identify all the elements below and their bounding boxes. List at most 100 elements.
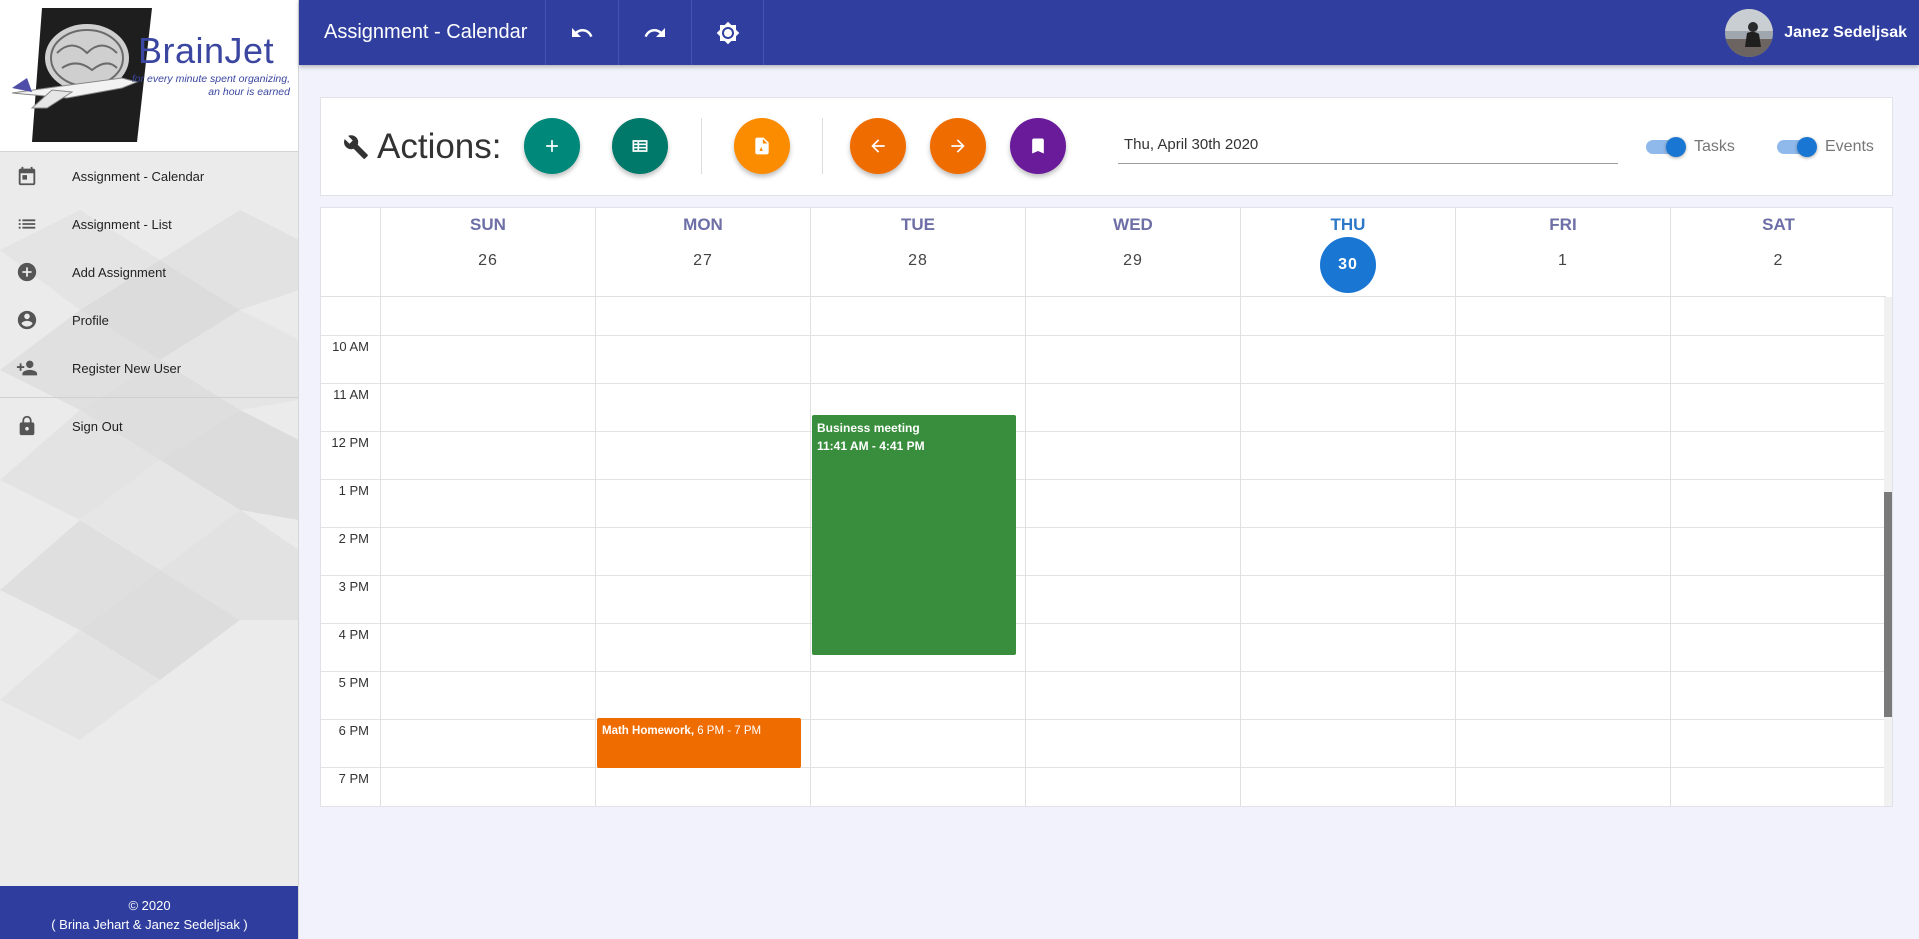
event-time: 11:41 AM - 4:41 PM — [817, 439, 925, 453]
day-date: 1 — [1558, 252, 1568, 269]
time-label: 4 PM — [338, 627, 369, 642]
list-view-fab[interactable] — [612, 118, 668, 174]
day-header-sat[interactable]: SAT 2 — [1670, 208, 1886, 297]
sidebar: BrainJet for every minute spent organizi… — [0, 0, 299, 939]
hour-line — [321, 527, 1886, 528]
day-date: 26 — [478, 252, 498, 269]
event-business-meeting[interactable]: Business meeting 11:41 AM - 4:41 PM — [812, 415, 1016, 655]
day-date: 2 — [1773, 252, 1784, 269]
day-header-thu[interactable]: THU 30 — [1240, 208, 1455, 297]
tasks-toggle-label: Tasks — [1694, 138, 1735, 155]
events-switch[interactable] — [1777, 137, 1817, 157]
sidebar-item-sign-out[interactable]: Sign Out — [0, 402, 298, 450]
table-icon — [632, 140, 648, 152]
sidebar-item-register-new-user[interactable]: Register New User — [0, 344, 298, 392]
sidebar-item-profile[interactable]: Profile — [0, 296, 298, 344]
actions-toolbar: Actions: Tasks Events — [320, 97, 1893, 196]
calendar-header: SUN 26 MON 27 TUE 28 WED 29 THU 30 FRI 1… — [321, 208, 1886, 297]
sidebar-item-label: Assignment - List — [72, 216, 172, 232]
theme-toggle-button[interactable] — [691, 0, 764, 65]
day-name: SUN — [470, 215, 506, 234]
tasks-toggle[interactable]: Tasks — [1646, 137, 1735, 157]
redo-icon — [644, 27, 665, 37]
time-label: 1 PM — [338, 483, 369, 498]
brand-logo[interactable]: BrainJet for every minute spent organizi… — [0, 0, 298, 152]
lock-icon — [19, 415, 35, 436]
sidebar-item-add-assignment[interactable]: Add Assignment — [0, 248, 298, 296]
calendar-scrollbar-thumb[interactable] — [1884, 492, 1892, 717]
top-app-bar: Assignment - Calendar Janez Sedeljsak — [299, 0, 1919, 65]
time-label: 11 AM — [333, 387, 369, 402]
add-assignment-fab[interactable] — [524, 118, 580, 174]
day-date: 29 — [1123, 252, 1143, 269]
time-label: 2 PM — [338, 531, 369, 546]
user-menu[interactable]: Janez Sedeljsak — [1725, 9, 1907, 57]
list-icon — [18, 219, 36, 229]
day-column-line — [1670, 297, 1671, 806]
sidebar-item-assignment-list[interactable]: Assignment - List — [0, 200, 298, 248]
avatar[interactable] — [1725, 9, 1774, 57]
undo-button[interactable] — [545, 0, 618, 65]
day-column-line — [1455, 297, 1456, 806]
person-add-icon — [16, 360, 38, 376]
redo-button[interactable] — [618, 0, 691, 65]
event-title: Business meeting — [817, 421, 920, 435]
sidebar-item-label: Profile — [72, 312, 109, 328]
today-date-badge[interactable]: 30 — [1320, 237, 1376, 293]
calendar-grid[interactable]: 10 AM 11 AM 12 PM 1 PM 2 PM 3 PM 4 PM 5 … — [321, 297, 1886, 806]
event-title: Math Homework, — [602, 725, 695, 737]
day-column-line — [810, 297, 811, 806]
day-header-wed[interactable]: WED 29 — [1025, 208, 1240, 297]
sidebar-item-label: Sign Out — [72, 418, 123, 434]
hour-line — [321, 623, 1886, 624]
events-toggle-label: Events — [1825, 138, 1874, 155]
sidebar-item-label: Add Assignment — [72, 264, 166, 280]
bookmark-fab[interactable] — [1010, 118, 1066, 174]
hour-line — [321, 719, 1886, 720]
sidebar-nav: Assignment - Calendar Assignment - List … — [0, 152, 298, 450]
brightness-icon — [716, 21, 739, 44]
undo-icon — [572, 27, 593, 37]
task-math-homework[interactable]: Math Homework, 6 PM - 7 PM — [597, 718, 801, 768]
actions-label: Actions: — [377, 127, 502, 166]
day-name: TUE — [901, 215, 935, 234]
actions-divider — [701, 118, 702, 174]
time-label: 5 PM — [338, 675, 369, 690]
day-name: THU — [1330, 215, 1366, 234]
previous-week-fab[interactable] — [850, 118, 906, 174]
calendar-icon — [18, 166, 36, 186]
time-label: 3 PM — [338, 579, 369, 594]
time-label: 7 PM — [338, 771, 369, 786]
sidebar-item-label: Register New User — [72, 360, 182, 376]
day-header-tue[interactable]: TUE 28 — [810, 208, 1025, 297]
day-column-line — [1025, 297, 1026, 806]
hour-line — [321, 431, 1886, 432]
day-column-line — [595, 297, 596, 806]
day-date: 27 — [693, 252, 713, 269]
hour-line — [321, 671, 1886, 672]
time-label: 6 PM — [338, 723, 369, 738]
brand-tagline: for every minute spent organizing, an ho… — [131, 73, 290, 98]
day-column-line — [380, 297, 381, 806]
tasks-switch[interactable] — [1646, 137, 1686, 157]
time-label: 10 AM — [332, 339, 369, 354]
day-header-fri[interactable]: FRI 1 — [1455, 208, 1670, 297]
brand-title: BrainJet — [138, 30, 275, 71]
day-header-mon[interactable]: MON 27 — [595, 208, 810, 297]
bookmark-icon — [1032, 138, 1044, 154]
account-circle-icon — [17, 310, 37, 330]
user-name: Janez Sedeljsak — [1784, 24, 1907, 41]
calendar-scrollbar[interactable] — [1884, 297, 1892, 806]
date-input[interactable] — [1118, 130, 1618, 159]
footer-copyright: © 2020 — [128, 898, 171, 913]
events-toggle[interactable]: Events — [1777, 137, 1874, 157]
next-week-fab[interactable] — [930, 118, 986, 174]
user-avatar-icon — [1725, 9, 1774, 57]
pdf-icon — [755, 137, 769, 155]
day-header-sun[interactable]: SUN 26 — [380, 208, 595, 297]
event-time: 6 PM - 7 PM — [697, 725, 762, 737]
export-pdf-fab[interactable] — [734, 118, 790, 174]
date-field[interactable] — [1118, 130, 1618, 164]
day-name: WED — [1113, 215, 1153, 234]
sidebar-item-assignment-calendar[interactable]: Assignment - Calendar — [0, 152, 298, 200]
